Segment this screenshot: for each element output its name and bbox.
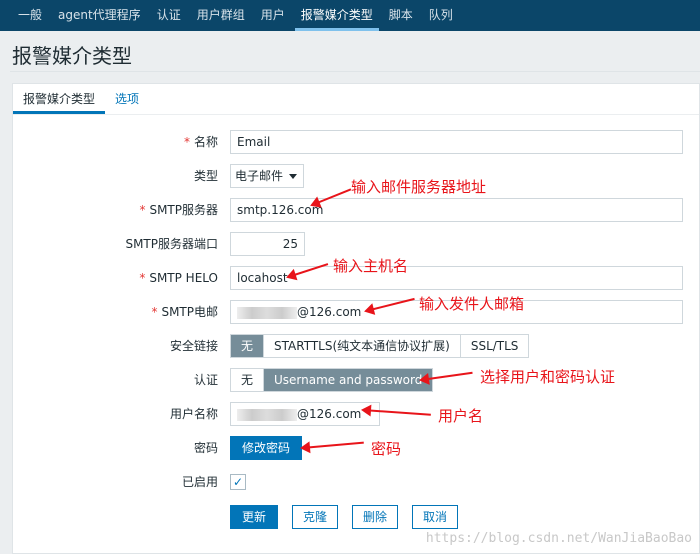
smtp-port-input[interactable]: 25 — [230, 232, 305, 256]
row-name: * 名称 Email — [13, 130, 699, 154]
nav-queue[interactable]: 队列 — [421, 0, 461, 31]
type-select[interactable]: 电子邮件 — [230, 164, 305, 188]
divider — [10, 71, 700, 72]
auth-label: 认证 — [193, 373, 218, 387]
required-mark: * — [139, 203, 146, 217]
annotation-auth: 选择用户和密码认证 — [480, 368, 616, 386]
annotation-smtp-server: 输入邮件服务器地址 — [351, 178, 487, 196]
row-username: 用户名称 @126.com — [13, 402, 699, 426]
page-title: 报警媒介类型 — [12, 44, 132, 68]
smtp-server-input[interactable]: smtp.126.com — [230, 198, 683, 222]
change-password-button[interactable]: 修改密码 — [230, 436, 303, 460]
password-label: 密码 — [193, 441, 218, 455]
security-label: 安全链接 — [169, 339, 218, 353]
cancel-button[interactable]: 取消 — [412, 505, 459, 529]
auth-none[interactable]: 无 — [231, 369, 263, 391]
row-smtp-server: * SMTP服务器 smtp.126.com — [13, 198, 699, 222]
tab-options[interactable]: 选项 — [105, 84, 149, 114]
row-password: 密码 修改密码 — [13, 436, 699, 460]
enabled-checkbox[interactable]: ✓ — [230, 474, 246, 490]
type-value: 电子邮件 — [235, 169, 284, 183]
nav-authentication[interactable]: 认证 — [149, 0, 189, 31]
required-mark: * — [151, 305, 158, 319]
nav-agent-proxy[interactable]: agent代理程序 — [50, 0, 149, 31]
name-input[interactable]: Email — [230, 130, 683, 154]
annotation-helo: 输入主机名 — [333, 257, 409, 275]
nav-media-types[interactable]: 报警媒介类型 — [293, 0, 381, 31]
tab-media-type[interactable]: 报警媒介类型 — [13, 84, 106, 114]
enabled-label: 已启用 — [181, 475, 218, 489]
smtp-helo-input[interactable]: locahost — [230, 266, 683, 290]
tab-bar: 报警媒介类型 选项 — [13, 84, 699, 115]
nav-scripts[interactable]: 脚本 — [381, 0, 421, 31]
row-smtp-email: * SMTP电邮 @126.com — [13, 300, 699, 324]
smtp-helo-label: SMTP HELO — [149, 271, 218, 285]
nav-users[interactable]: 用户 — [253, 0, 293, 31]
auth-segmented: 无 Username and password — [230, 368, 434, 392]
username-label: 用户名称 — [169, 407, 218, 421]
clone-button[interactable]: 克隆 — [292, 505, 339, 529]
row-security: 安全链接 无 STARTTLS(纯文本通信协议扩展) SSL/TLS — [13, 334, 699, 358]
username-input[interactable]: @126.com — [230, 402, 380, 426]
row-enabled: 已启用 ✓ — [13, 470, 699, 494]
redacted-blur — [237, 306, 297, 319]
watermark: https://blog.csdn.net/WanJiaBaoBao — [425, 531, 692, 546]
smtp-email-label: SMTP电邮 — [161, 305, 218, 319]
smtp-server-label: SMTP服务器 — [149, 203, 218, 217]
security-segmented: 无 STARTTLS(纯文本通信协议扩展) SSL/TLS — [230, 334, 530, 358]
redacted-blur — [237, 408, 297, 421]
form-panel: 报警媒介类型 选项 * 名称 Email 类型 电子邮件 * SMTP服务器 smt… — [12, 83, 700, 554]
row-smtp-port: SMTP服务器端口 25 — [13, 232, 699, 256]
nav-user-groups[interactable]: 用户群组 — [189, 0, 253, 31]
security-starttls[interactable]: STARTTLS(纯文本通信协议扩展) — [263, 335, 460, 357]
form-actions: 更新 克隆 删除 取消 — [13, 505, 699, 529]
security-ssl-tls[interactable]: SSL/TLS — [459, 335, 529, 357]
smtp-email-value: @126.com — [297, 305, 362, 319]
nav-general[interactable]: 一般 — [10, 0, 50, 31]
required-mark: * — [139, 271, 146, 285]
security-none[interactable]: 无 — [231, 335, 264, 357]
auth-username-password[interactable]: Username and password — [263, 369, 433, 391]
annotation-username: 用户名 — [438, 407, 484, 425]
update-button[interactable]: 更新 — [230, 505, 279, 529]
required-mark: * — [183, 135, 190, 149]
top-nav: 一般 agent代理程序 认证 用户群组 用户 报警媒介类型 脚本 队列 — [0, 0, 700, 31]
username-value: @126.com — [297, 407, 362, 421]
annotation-email: 输入发件人邮箱 — [419, 295, 525, 313]
name-label: 名称 — [193, 135, 218, 149]
annotation-password: 密码 — [371, 440, 402, 458]
delete-button[interactable]: 删除 — [352, 505, 399, 529]
smtp-port-label: SMTP服务器端口 — [125, 237, 218, 251]
type-label: 类型 — [193, 169, 218, 183]
